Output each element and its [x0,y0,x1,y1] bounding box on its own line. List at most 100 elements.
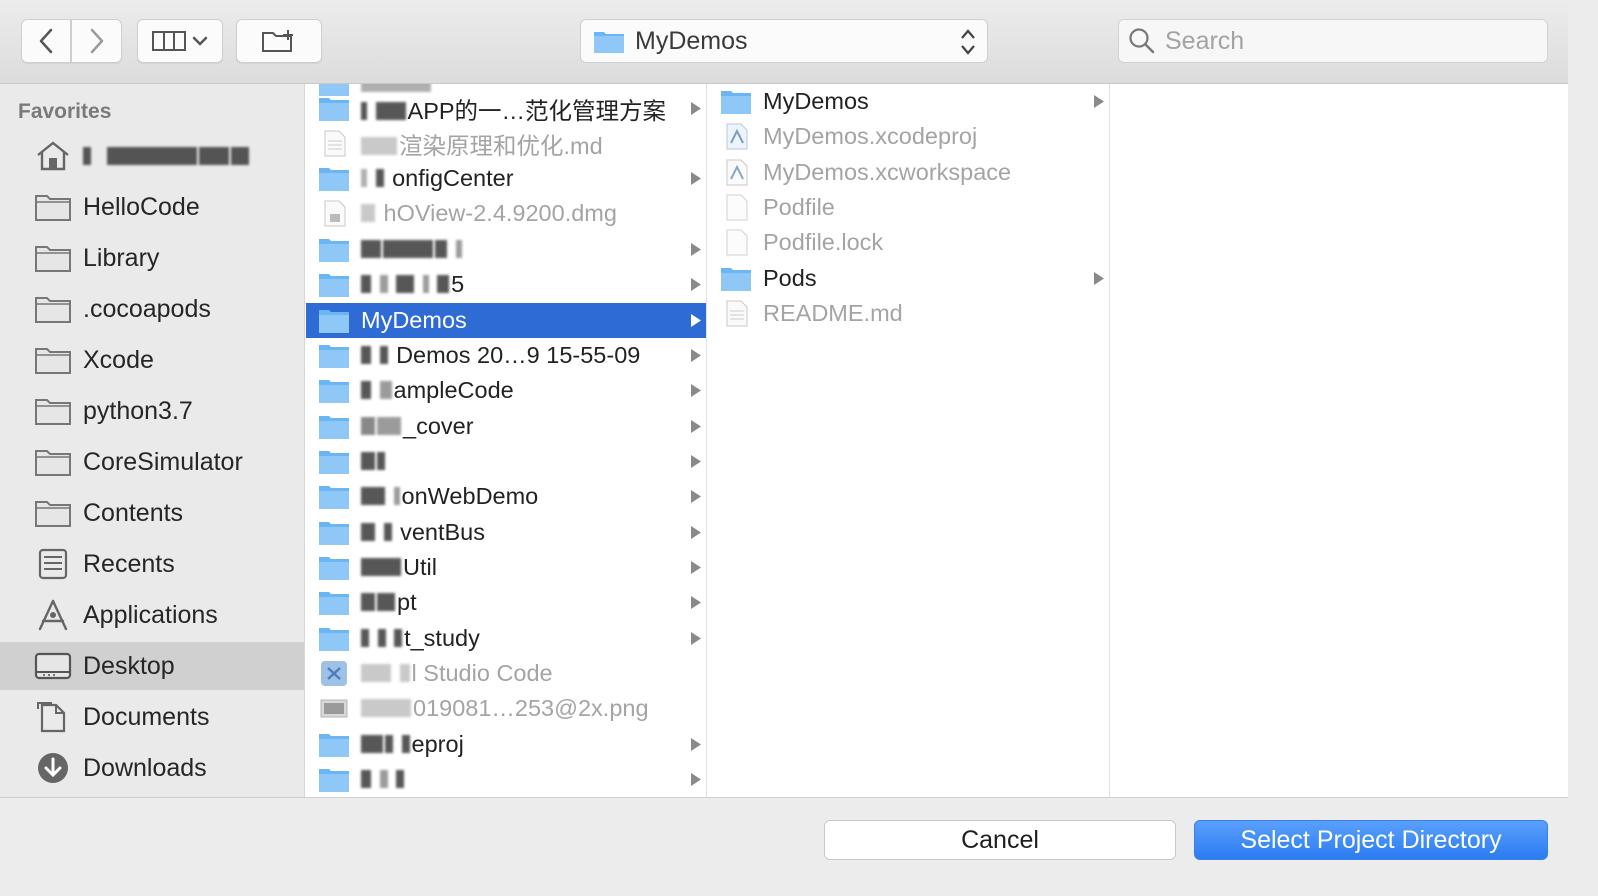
list-item[interactable]: MyDemos [708,84,1109,119]
sidebar-item-documents[interactable]: Documents [0,693,304,741]
list-item[interactable]: t_study [306,621,706,656]
disclosure-arrow-icon [691,278,701,291]
list-item[interactable]: _cover [306,409,706,444]
disclosure-arrow-icon [691,420,701,433]
disclosure-arrow-icon [691,773,701,786]
blank-file-icon [726,194,748,221]
list-item-label: pt [361,589,417,616]
list-item[interactable]: onfigCenter [306,161,706,196]
sidebar-item-desktop[interactable]: Desktop [0,642,304,690]
list-item[interactable] [306,232,706,267]
list-item[interactable]: Podfile.lock [708,225,1109,260]
sidebar-item-library[interactable]: Library [0,234,304,282]
list-item[interactable]: Pods [708,261,1109,296]
disclosure-arrow-icon [691,632,701,645]
select-project-directory-button[interactable]: Select Project Directory [1194,820,1548,860]
sidebar-item-label: CoreSimulator [83,447,243,476]
folder-icon [319,522,349,545]
list-item[interactable]: 5 [306,267,706,302]
recents-icon [38,548,68,580]
list-item-label: 019081…253@2x.png [361,695,649,722]
disclosure-arrow-icon [691,349,701,362]
list-item[interactable]: Podfile [708,190,1109,225]
folder-icon [319,592,349,615]
list-item[interactable] [306,444,706,479]
list-item[interactable]: ampleCode [306,373,706,408]
cancel-button[interactable]: Cancel [824,820,1176,860]
sidebar-item-label [83,142,251,171]
list-item[interactable]: 渲染原理和优化.md [306,126,706,161]
folder-icon [319,769,349,792]
back-button[interactable] [21,19,71,63]
path-popup[interactable]: MyDemos [580,19,988,63]
sidebar-heading: Favorites [18,100,112,123]
sidebar-item-label: Documents [83,702,210,731]
chevron-down-icon [192,36,208,46]
list-item-label: _cover [361,413,474,440]
folder-icon [319,380,349,403]
documents-icon [37,702,66,733]
list-item-label: MyDemos.xcodeproj [763,123,978,149]
sidebar-item-home[interactable] [0,132,304,180]
folder-icon [319,274,349,297]
xcodeproj-icon [726,123,748,150]
list-item[interactable] [306,762,706,797]
disclosure-arrow-icon [691,172,701,185]
list-item[interactable]: onWebDemo [306,479,706,514]
sidebar-item-label: Library [83,243,160,272]
sidebar-item-hellocode[interactable]: HelloCode [0,183,304,231]
new-folder-icon [262,30,293,52]
folder-icon [319,345,349,368]
search-field[interactable]: Search [1118,19,1548,63]
list-item-label: MyDemos [361,307,467,333]
list-item-label: Util [361,554,437,581]
sidebar-item-cocoapods[interactable]: .cocoapods [0,285,304,333]
folder-icon [35,246,71,272]
list-item[interactable]: 019081…253@2x.png [306,691,706,726]
sidebar-item-coresimulator[interactable]: CoreSimulator [0,438,304,486]
sidebar-item-downloads[interactable]: Downloads [0,744,304,792]
sidebar-item-label: Applications [83,600,218,629]
list-item[interactable]: hOView-2.4.9200.dmg [306,196,706,231]
list-item[interactable]: ventBus [306,515,706,550]
sidebar-item-applications[interactable]: Applications [0,591,304,639]
sidebar-item-python[interactable]: python3.7 [0,387,304,435]
disclosure-arrow-icon [691,561,701,574]
folder-icon [319,239,349,262]
list-item[interactable]: Util [306,550,706,585]
applications-icon [38,599,68,631]
list-item[interactable]: l Studio Code [306,656,706,691]
chevron-left-icon [39,28,53,54]
disclosure-arrow-icon [691,455,701,468]
list-item[interactable]: eproj [306,727,706,762]
disclosure-arrow-icon [691,490,701,503]
sidebar-item-recents[interactable]: Recents [0,540,304,588]
list-item[interactable]: MyDemos.xcodeproj [708,119,1109,154]
up-down-chevron-icon [961,29,975,55]
sidebar-item-label: Xcode [83,345,154,374]
list-item[interactable]: pt [306,585,706,620]
sidebar: Favorites HelloCode Library .cocoapods X… [0,84,305,797]
list-item-label: onfigCenter [361,165,514,192]
list-item-label [361,448,387,475]
sidebar-item-xcode[interactable]: Xcode [0,336,304,384]
list-item[interactable]: APP的一…范化管理方案 [306,91,706,126]
list-item[interactable]: MyDemos.xcworkspace [708,155,1109,190]
disclosure-arrow-icon [691,384,701,397]
list-item-label: ampleCode [361,377,514,404]
desktop-icon [34,652,72,680]
list-item[interactable]: Demos 20…9 15-55-09 [306,338,706,373]
sidebar-item-label: Downloads [83,753,207,782]
list-item-label: 渲染原理和优化.md [361,127,603,161]
disclosure-arrow-icon [691,102,701,115]
forward-button[interactable] [71,19,122,63]
new-folder-button[interactable] [236,19,322,63]
folder-icon [319,557,349,580]
sidebar-item-contents[interactable]: Contents [0,489,304,537]
search-placeholder: Search [1165,26,1245,55]
view-mode-button[interactable] [137,19,223,63]
list-item[interactable]: README.md [708,296,1109,331]
column-view-icon [152,31,186,51]
folder-icon [319,486,349,509]
list-item-selected[interactable]: MyDemos [306,303,706,338]
